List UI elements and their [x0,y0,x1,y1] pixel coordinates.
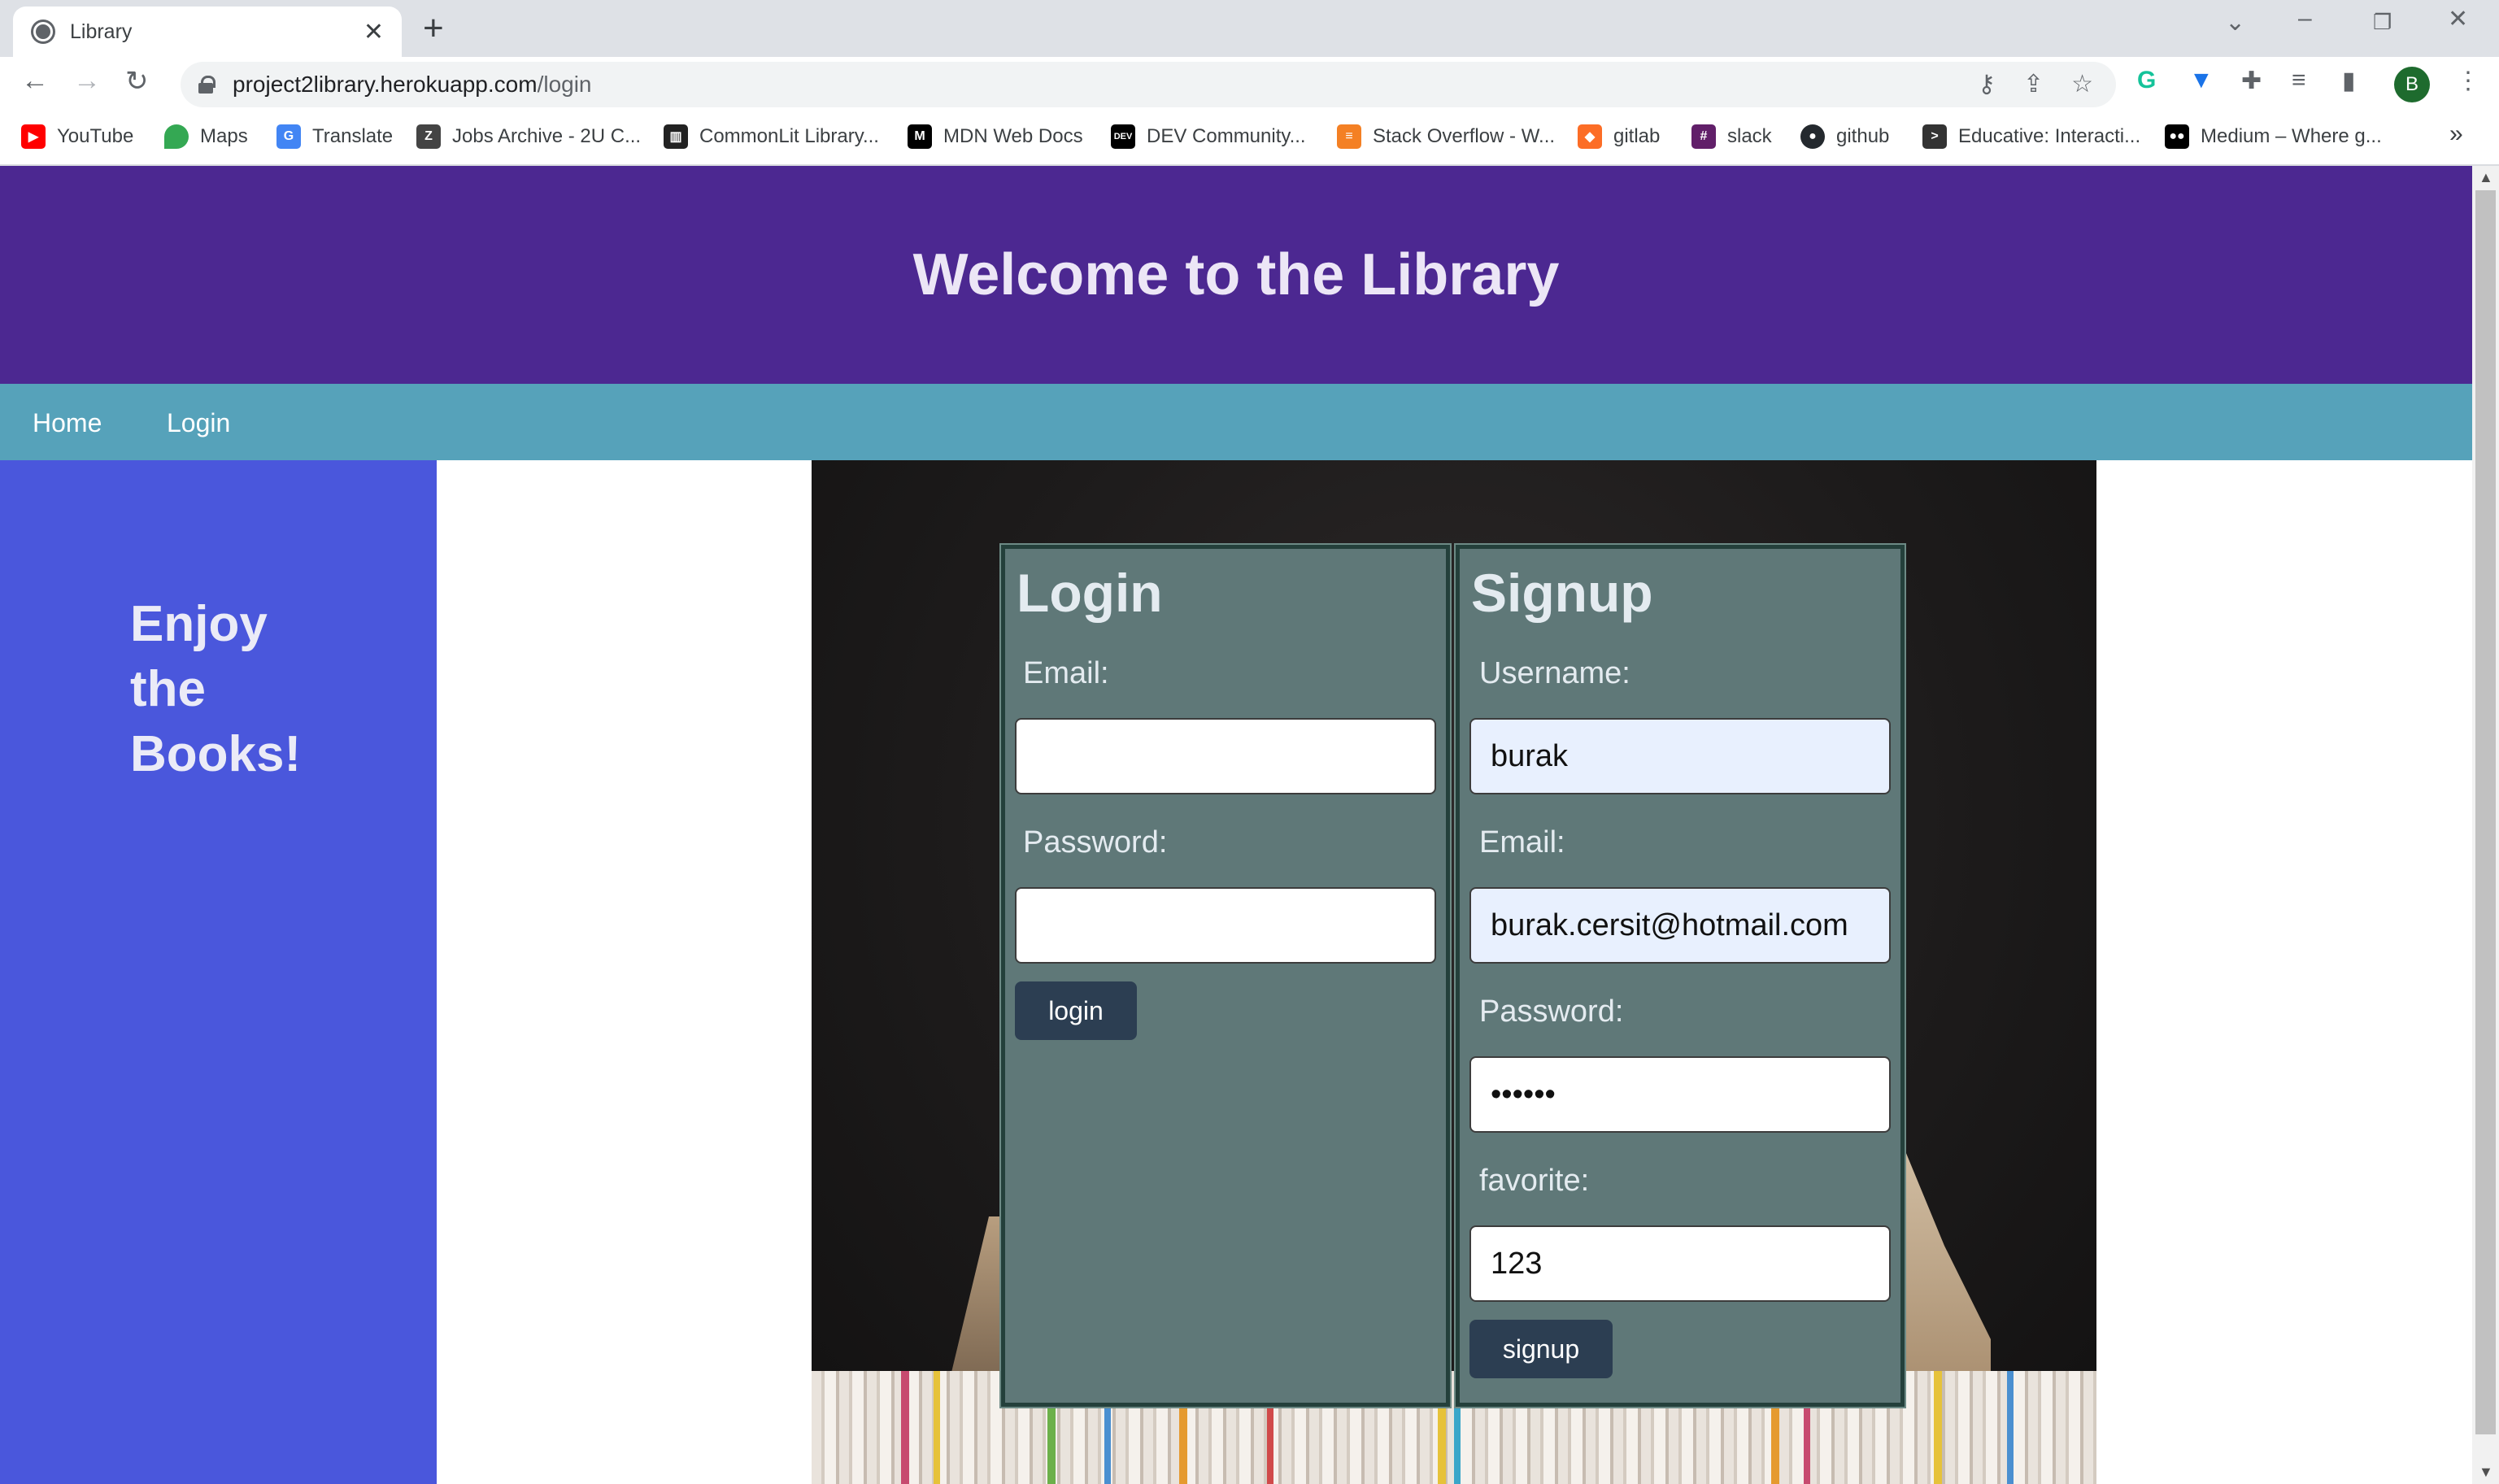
bookmark-label: Translate [312,125,394,147]
signup-password-label: Password: [1479,994,1624,1029]
side-panel-icon[interactable]: ▮ [2342,67,2356,95]
chevron-down-icon[interactable]: ⌄ [2225,8,2245,37]
bookmark-commonlit[interactable]: ▥ CommonLit Library... [664,122,879,151]
signup-email-label: Email: [1479,825,1565,860]
maps-icon [164,124,189,149]
stackoverflow-icon: ≡ [1337,124,1361,149]
github-icon: ● [1800,124,1825,149]
minimize-icon[interactable]: – [2298,5,2312,33]
extension-v-icon[interactable]: ▼ [2189,67,2214,94]
grammarly-icon[interactable]: G [2137,67,2156,94]
translate-icon: G [276,124,301,149]
sidebar: Enjoy the Books! [0,460,437,1484]
address-bar[interactable]: project2library.herokuapp.com/login ⚷ ⇪ … [181,62,2116,107]
key-icon[interactable]: ⚷ [1978,70,1996,98]
signup-favorite-input[interactable]: 123 [1469,1225,1891,1302]
sidebar-tagline: Enjoy the Books! [130,596,302,782]
signup-username-input[interactable]: burak [1469,718,1891,794]
signup-email-input[interactable]: burak.cersit@hotmail.com [1469,887,1891,964]
bookmark-label: CommonLit Library... [699,125,879,147]
bookmark-medium[interactable]: ●● Medium – Where g... [2165,122,2382,151]
bookmark-label: MDN Web Docs [943,125,1083,147]
bookmark-label: Jobs Archive - 2U C... [452,125,642,147]
bookmark-maps[interactable]: Maps [164,122,248,151]
scrollbar-thumb[interactable] [2475,190,2496,1434]
login-button[interactable]: login [1015,981,1137,1040]
login-password-input[interactable] [1015,887,1436,964]
browser-tab[interactable]: Library ✕ [13,7,402,57]
bookmark-label: DEV Community... [1147,125,1306,147]
bookmark-label: Medium – Where g... [2201,125,2382,147]
signup-title: Signup [1471,563,1653,623]
mdn-icon: M [908,124,932,149]
signup-password-input[interactable]: •••••• [1469,1056,1891,1133]
signup-panel: Signup Username: burak Email: burak.cers… [1454,543,1906,1408]
page-content: Welcome to the Library Home Login Enjoy … [0,166,2472,1484]
site-navbar: Home Login [0,384,2472,460]
bookmark-label: Educative: Interacti... [1958,125,2141,147]
medium-icon: ●● [2165,124,2189,149]
page-title: Welcome to the Library [912,242,1560,307]
bookmark-stackoverflow[interactable]: ≡ Stack Overflow - W... [1337,122,1555,151]
restore-icon[interactable]: ❐ [2373,10,2392,35]
login-title: Login [1017,563,1163,623]
bookmark-label: gitlab [1613,125,1661,147]
jobs-icon: Z [416,124,441,149]
browser-tabstrip: Library ✕ + ⌄ – ❐ ✕ [0,0,2499,57]
more-bookmarks-icon[interactable]: » [2449,120,2463,148]
menu-kebab-icon[interactable]: ⋮ [2456,67,2480,95]
star-icon[interactable]: ☆ [2071,70,2093,98]
bookmark-dev[interactable]: DEV DEV Community... [1111,122,1306,151]
signup-username-label: Username: [1479,656,1630,690]
reading-list-icon[interactable]: ≡ [2292,67,2306,94]
login-panel: Login Email: Password: login [999,543,1452,1408]
bookmark-slack[interactable]: # slack [1691,122,1772,151]
scroll-down-icon[interactable]: ▼ [2479,1464,2493,1481]
share-icon[interactable]: ⇪ [2023,70,2044,98]
close-window-icon[interactable]: ✕ [2448,5,2468,33]
close-tab-icon[interactable]: ✕ [364,18,384,46]
login-password-label: Password: [1023,825,1168,860]
signup-favorite-label: favorite: [1479,1164,1590,1198]
reload-icon[interactable]: ↻ [125,65,149,98]
bookmark-translate[interactable]: G Translate [276,122,393,151]
educative-icon: > [1922,124,1947,149]
bookmark-label: Stack Overflow - W... [1373,125,1556,147]
url-host: project2library.herokuapp.com [233,72,538,97]
login-email-label: Email: [1023,656,1109,690]
globe-icon [31,20,55,44]
site-header: Welcome to the Library [0,166,2472,384]
nav-login-link[interactable]: Login [167,408,230,438]
bookmark-github[interactable]: ● github [1800,122,1889,151]
page-scrollbar[interactable]: ▲ ▼ [2472,166,2499,1484]
bookmark-youtube[interactable]: ▶ YouTube [21,122,133,151]
url-path: /login [537,72,592,97]
bookmark-gitlab[interactable]: ◆ gitlab [1578,122,1660,151]
gitlab-icon: ◆ [1578,124,1602,149]
login-email-input[interactable] [1015,718,1436,794]
scroll-up-icon[interactable]: ▲ [2479,169,2493,186]
back-icon[interactable]: ← [21,65,49,97]
extensions-puzzle-icon[interactable]: ✚ [2241,67,2262,95]
new-tab-icon[interactable]: + [423,8,444,49]
forward-icon[interactable]: → [73,65,101,97]
nav-home-link[interactable]: Home [33,408,102,438]
profile-avatar[interactable]: B [2394,67,2430,102]
bookmark-educative[interactable]: > Educative: Interacti... [1922,122,2140,151]
bookmark-label: Maps [200,125,248,147]
bookmark-label: github [1836,125,1890,147]
lock-icon [198,76,216,94]
bookmark-label: YouTube [57,125,134,147]
book-icon: ▥ [664,124,688,149]
bookmark-jobs-archive[interactable]: Z Jobs Archive - 2U C... [416,122,641,151]
signup-button[interactable]: signup [1469,1320,1613,1378]
slack-icon: # [1691,124,1716,149]
bookmark-label: slack [1727,125,1772,147]
bookmark-mdn[interactable]: M MDN Web Docs [908,122,1083,151]
youtube-icon: ▶ [21,124,46,149]
dev-icon: DEV [1111,124,1135,149]
tab-title: Library [70,20,133,43]
